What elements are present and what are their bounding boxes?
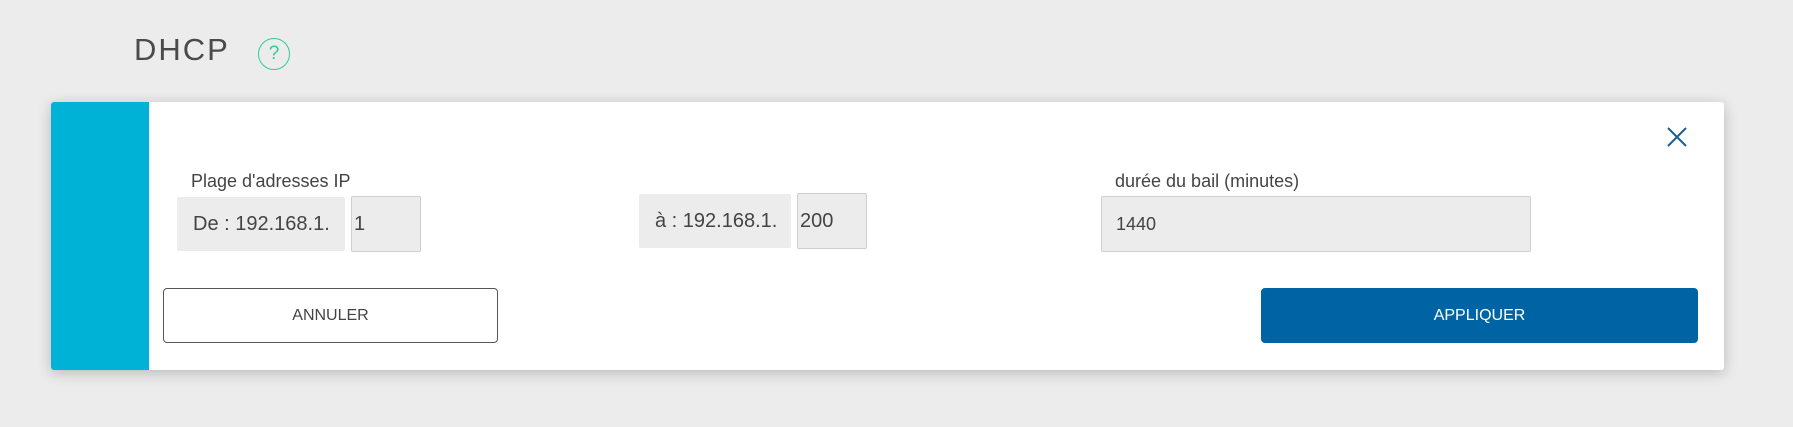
lease-duration-label: durée du bail (minutes): [1115, 171, 1300, 191]
ip-range-from-prefix: De : 192.168.1.: [177, 197, 345, 251]
close-icon[interactable]: [1662, 122, 1692, 152]
help-icon[interactable]: ?: [258, 38, 290, 70]
apply-button[interactable]: APPLIQUER: [1261, 288, 1698, 343]
ip-range-from-input[interactable]: [351, 196, 421, 252]
lease-duration-input[interactable]: [1101, 196, 1531, 252]
page-title: DHCP: [134, 32, 230, 67]
dhcp-settings-card: Plage d'adresses IP De : 192.168.1. à : …: [51, 102, 1724, 370]
ip-range-to-prefix: à : 192.168.1.: [639, 194, 791, 248]
ip-range-label: Plage d'adresses IP: [191, 171, 351, 191]
ip-range-to-input[interactable]: [797, 193, 867, 249]
cancel-button[interactable]: ANNULER: [163, 288, 498, 343]
card-accent-bar: [51, 102, 149, 370]
